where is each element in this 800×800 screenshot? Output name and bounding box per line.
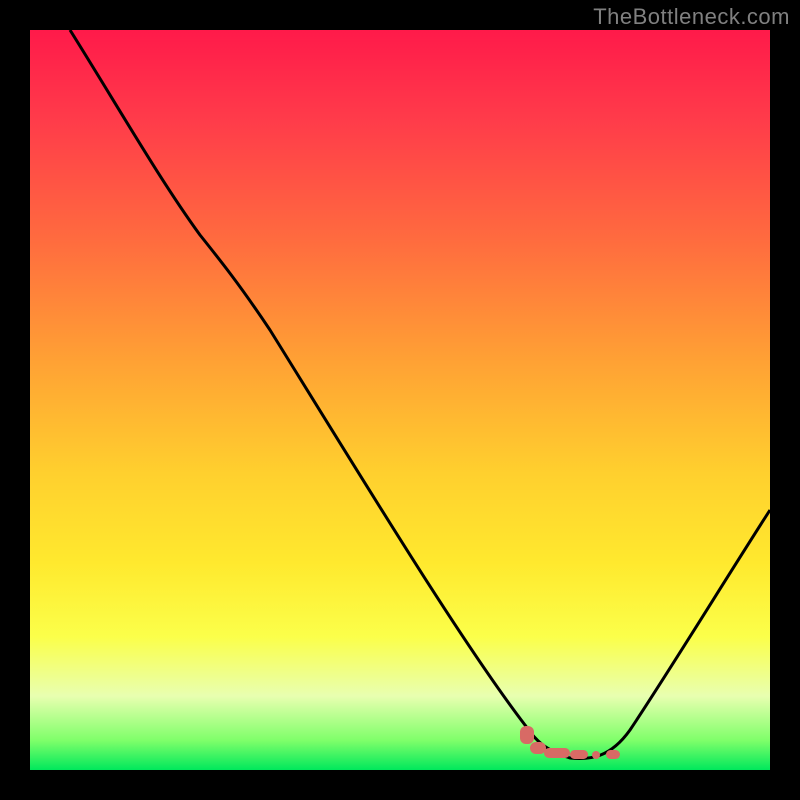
- watermark-text: TheBottleneck.com: [593, 4, 790, 30]
- chart-frame: TheBottleneck.com: [0, 0, 800, 800]
- marker-blob: [544, 748, 570, 758]
- marker-dot: [592, 751, 600, 759]
- plot-area: [30, 30, 770, 770]
- marker-blob: [606, 750, 620, 759]
- marker-blob: [570, 750, 588, 759]
- bottleneck-curve: [30, 30, 770, 770]
- marker-blob: [520, 726, 534, 744]
